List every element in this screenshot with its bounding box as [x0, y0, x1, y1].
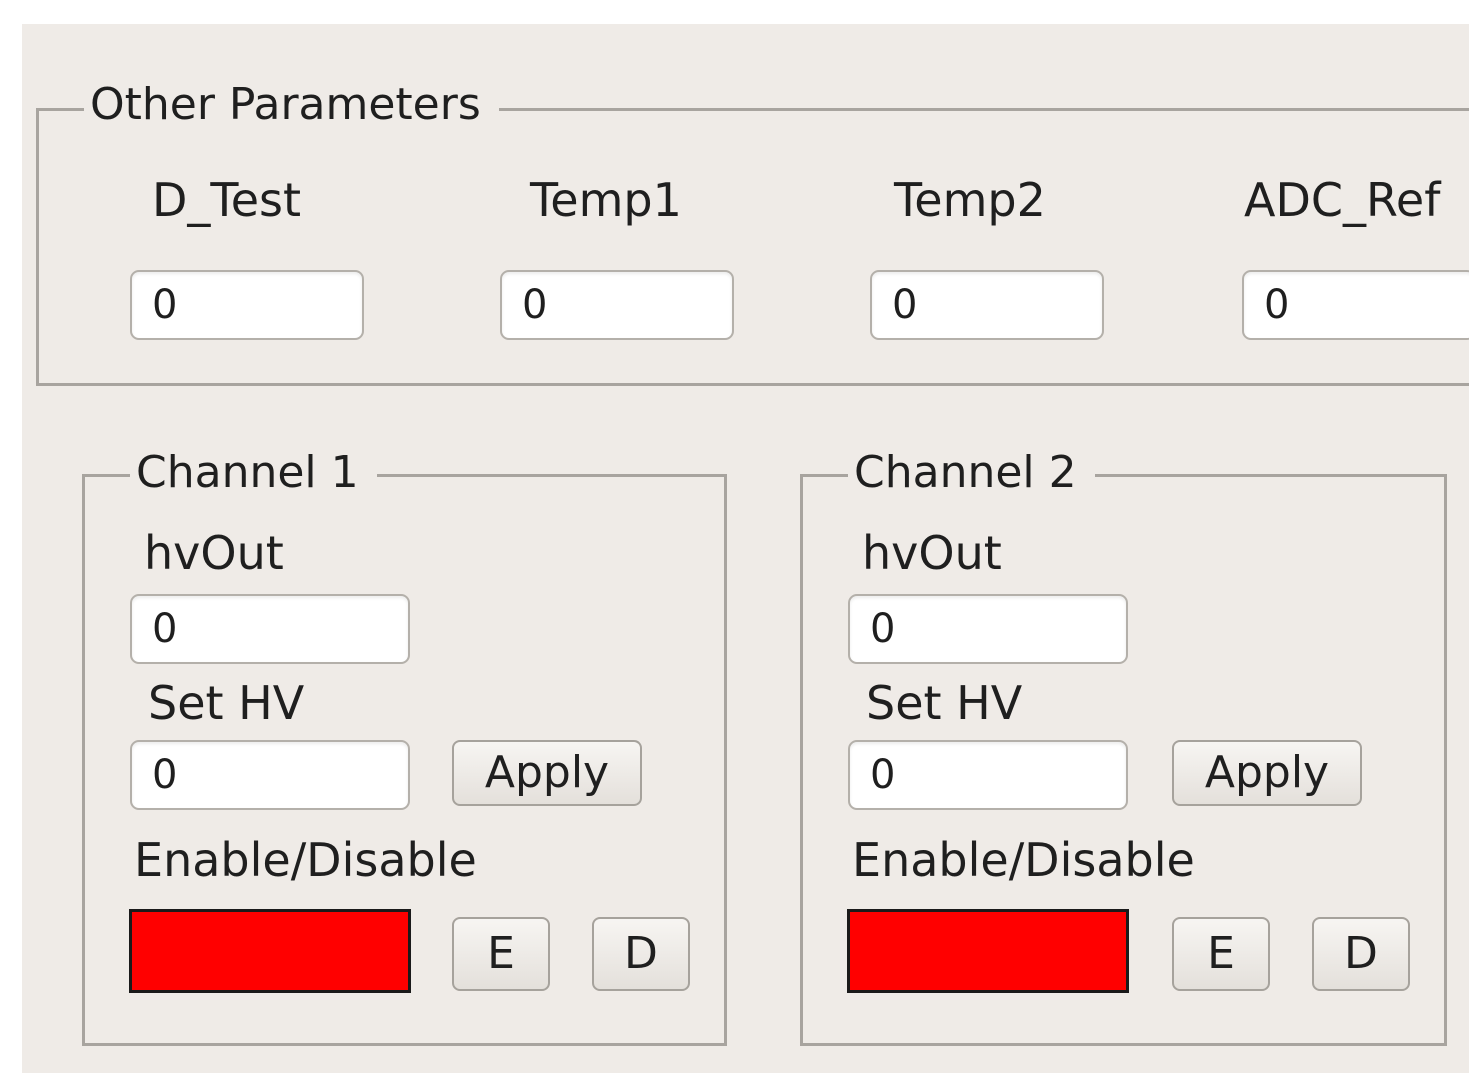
channel-1-hvout-field[interactable] [130, 594, 410, 664]
channel-1-enable-disable-label: Enable/Disable [134, 833, 477, 887]
channel-1-apply-button[interactable]: Apply [452, 740, 642, 806]
adc-ref-field[interactable] [1242, 270, 1469, 340]
channel-2-title: Channel 2 [848, 448, 1095, 498]
channel-1-status-indicator [129, 909, 411, 993]
temp2-label: Temp2 [894, 173, 1046, 227]
channel-2-enable-button[interactable]: E [1172, 917, 1270, 991]
channel-1-title: Channel 1 [130, 448, 377, 498]
channel-1-disable-button[interactable]: D [592, 917, 690, 991]
temp2-field[interactable] [870, 270, 1104, 340]
temp1-label: Temp1 [530, 173, 682, 227]
adc-ref-label: ADC_Ref [1244, 173, 1441, 227]
channel-2-sethv-field[interactable] [848, 740, 1128, 810]
d-test-field[interactable] [130, 270, 364, 340]
temp1-field[interactable] [500, 270, 734, 340]
channel-2-hvout-field[interactable] [848, 594, 1128, 664]
control-panel: Other Parameters D_Test Temp1 Temp2 ADC_… [22, 24, 1469, 1073]
channel-1-hvout-label: hvOut [144, 526, 284, 580]
channel-2-disable-button[interactable]: D [1312, 917, 1410, 991]
channel-1-sethv-label: Set HV [148, 676, 305, 730]
other-parameters-title: Other Parameters [84, 80, 499, 130]
other-parameters-group [36, 108, 1469, 386]
d-test-label: D_Test [152, 173, 302, 227]
channel-2-sethv-label: Set HV [866, 676, 1023, 730]
channel-1-sethv-field[interactable] [130, 740, 410, 810]
channel-2-apply-button[interactable]: Apply [1172, 740, 1362, 806]
channel-2-hvout-label: hvOut [862, 526, 1002, 580]
channel-2-enable-disable-label: Enable/Disable [852, 833, 1195, 887]
channel-2-status-indicator [847, 909, 1129, 993]
channel-1-enable-button[interactable]: E [452, 917, 550, 991]
